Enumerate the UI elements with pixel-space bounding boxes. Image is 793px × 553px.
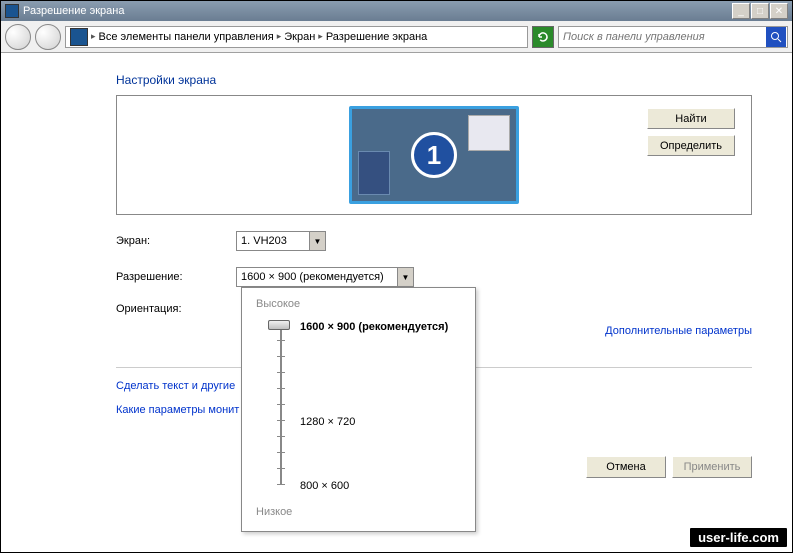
app-icon xyxy=(5,4,19,18)
page-heading: Настройки экрана xyxy=(116,73,752,87)
display-label: Экран: xyxy=(116,235,236,247)
apply-button[interactable]: Применить xyxy=(672,456,752,478)
slider-tick xyxy=(277,388,285,389)
resolution-select[interactable]: 1600 × 900 (рекомендуется) ▼ xyxy=(236,267,414,287)
breadcrumb-mid[interactable]: Экран xyxy=(284,31,315,43)
monitor-1[interactable]: 1 xyxy=(349,106,519,204)
resolution-label: Разрешение: xyxy=(116,271,236,283)
chevron-right-icon: ▸ xyxy=(318,31,323,42)
slider-thumb[interactable] xyxy=(268,320,290,330)
forward-button[interactable] xyxy=(35,24,61,50)
slider-value-mid: 1280 × 720 xyxy=(300,416,355,428)
refresh-icon xyxy=(537,31,549,43)
chevron-right-icon: ▸ xyxy=(91,31,96,42)
window-thumb-icon xyxy=(358,151,390,195)
search-icon xyxy=(770,31,782,43)
refresh-button[interactable] xyxy=(532,26,554,48)
folder-icon xyxy=(70,28,88,46)
slider-value-low: 800 × 600 xyxy=(300,480,349,492)
search-button[interactable] xyxy=(766,27,786,47)
title-bar: Разрешение экрана _ □ ✕ xyxy=(1,1,792,21)
breadcrumb[interactable]: ▸ Все элементы панели управления ▸ Экран… xyxy=(65,26,528,48)
search-box[interactable] xyxy=(558,26,788,48)
advanced-link[interactable]: Дополнительные параметры xyxy=(605,325,752,337)
slider-value-recommended: 1600 × 900 (рекомендуется) xyxy=(300,321,448,333)
find-button[interactable]: Найти xyxy=(647,108,735,129)
monitor-number: 1 xyxy=(411,132,457,178)
orientation-label: Ориентация: xyxy=(116,303,236,315)
resolution-select-value: 1600 × 900 (рекомендуется) xyxy=(241,271,384,283)
display-select[interactable]: 1. VH203 ▼ xyxy=(236,231,326,251)
slider-tick xyxy=(277,468,285,469)
display-preview: 1 Найти Определить xyxy=(116,95,752,215)
resolution-slider[interactable]: 1600 × 900 (рекомендуется) 1280 × 720 80… xyxy=(274,324,461,494)
slider-tick xyxy=(277,484,285,485)
breadcrumb-leaf[interactable]: Разрешение экрана xyxy=(326,31,427,43)
display-select-value: 1. VH203 xyxy=(241,235,287,247)
breadcrumb-root[interactable]: Все элементы панели управления xyxy=(99,31,274,43)
maximize-button[interactable]: □ xyxy=(751,3,769,19)
cancel-button[interactable]: Отмена xyxy=(586,456,666,478)
minimize-button[interactable]: _ xyxy=(732,3,750,19)
slider-tick xyxy=(277,356,285,357)
slider-low-label: Низкое xyxy=(256,506,461,518)
chevron-down-icon: ▼ xyxy=(309,232,325,250)
close-button[interactable]: ✕ xyxy=(770,3,788,19)
identify-button[interactable]: Определить xyxy=(647,135,735,156)
chevron-right-icon: ▸ xyxy=(277,31,282,42)
watermark: user-life.com xyxy=(689,527,788,548)
slider-high-label: Высокое xyxy=(256,298,461,310)
nav-bar: ▸ Все элементы панели управления ▸ Экран… xyxy=(1,21,792,53)
slider-tick xyxy=(277,340,285,341)
chevron-down-icon: ▼ xyxy=(397,268,413,286)
slider-tick xyxy=(277,452,285,453)
slider-tick xyxy=(277,404,285,405)
slider-tick xyxy=(277,420,285,421)
slider-tick xyxy=(277,372,285,373)
slider-tick xyxy=(277,436,285,437)
search-input[interactable] xyxy=(559,31,765,43)
window-thumb-icon xyxy=(468,115,510,151)
back-button[interactable] xyxy=(5,24,31,50)
resolution-slider-popup: Высокое 1600 × 900 (рекомендуется) 1280 … xyxy=(241,287,476,532)
window-title: Разрешение экрана xyxy=(23,5,124,17)
